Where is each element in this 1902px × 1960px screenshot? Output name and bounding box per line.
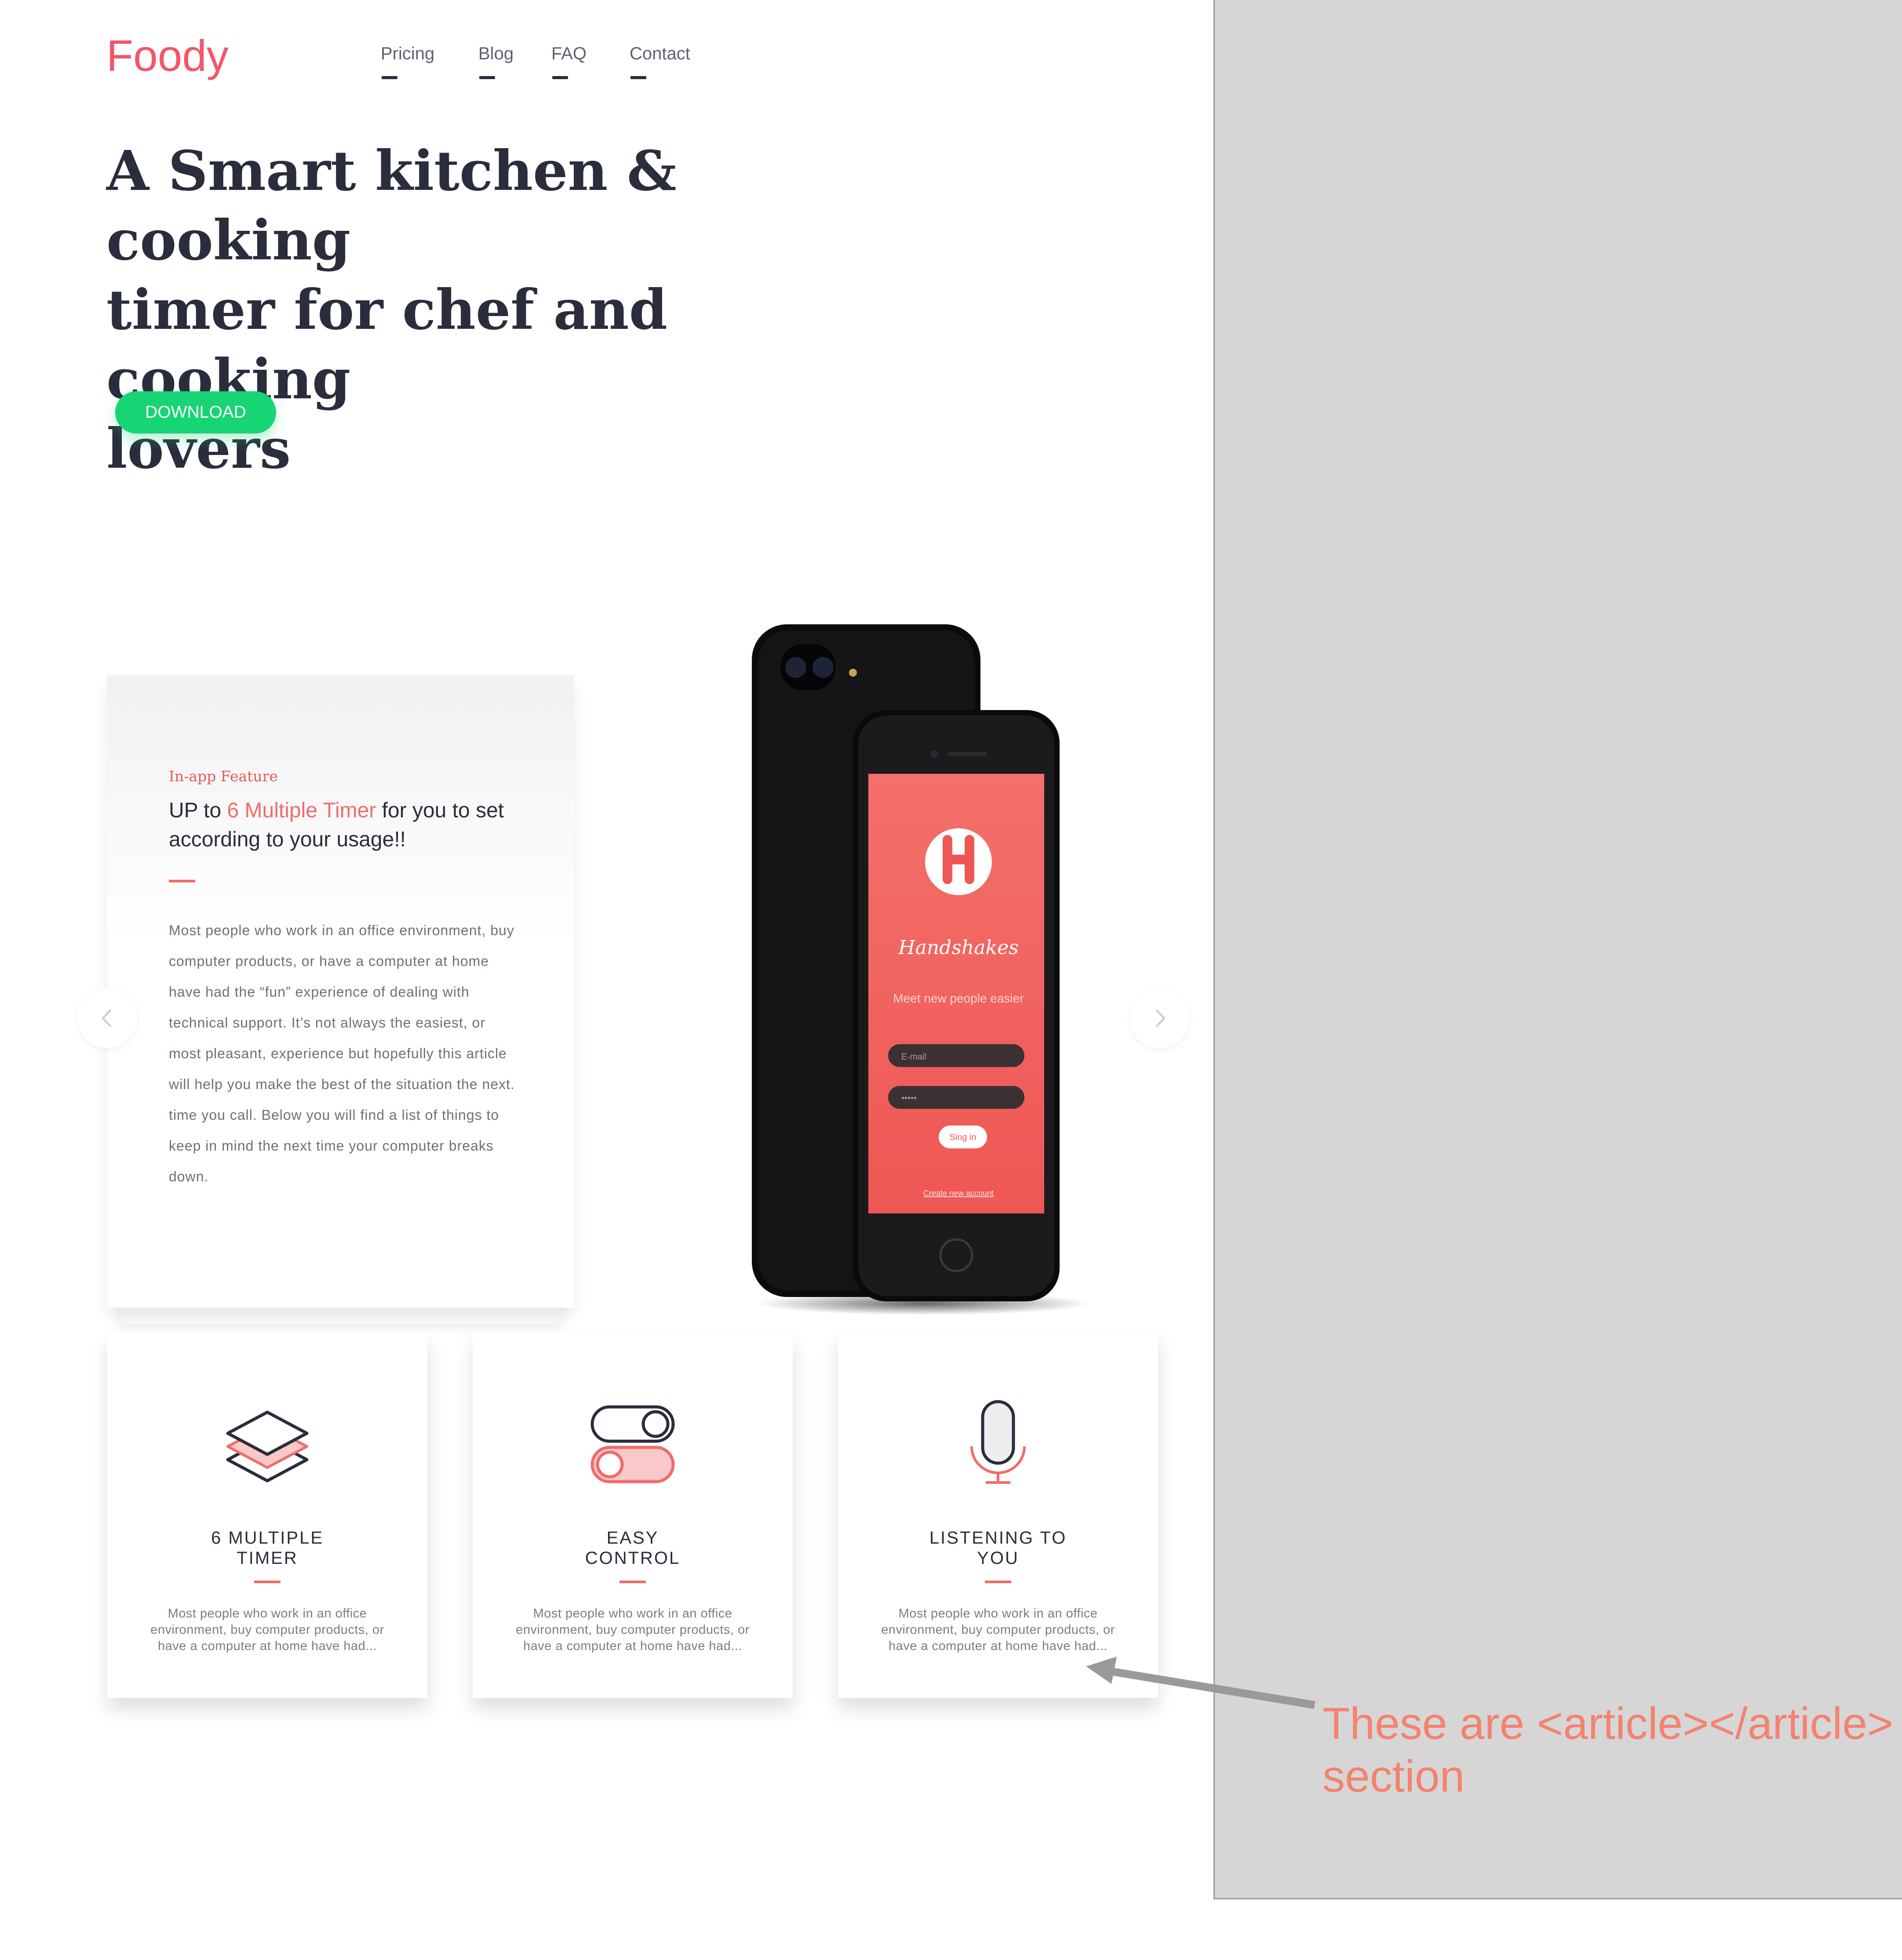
svg-text:Create new account: Create new account <box>923 1189 994 1198</box>
svg-text:E-mail: E-mail <box>901 1052 926 1062</box>
nav-item-label: Contact <box>630 44 690 63</box>
article-card-listening: LISTENING TO YOU Most people who work in… <box>838 1332 1158 1698</box>
nav-item-label: Blog <box>478 44 514 63</box>
nav-item-label: Pricing <box>381 44 435 63</box>
article-card-multiple-timer: 6 MULTIPLE TIMER Most people who work in… <box>107 1332 427 1698</box>
feature-kicker: In-app Feature <box>169 768 278 785</box>
phone-mockup-image: Handshakes Meet new people easier E-mail… <box>752 624 1090 1315</box>
annotation-line-1: These are <article></article> <box>1323 1698 1894 1749</box>
article-description: Most people who work in an office enviro… <box>150 1607 384 1653</box>
article-title: LISTENING TO YOU <box>929 1528 1067 1568</box>
nav-underline <box>479 76 495 79</box>
chevron-left-icon <box>102 1009 112 1027</box>
nav-underline <box>630 76 646 79</box>
nav-item-label: FAQ <box>551 44 587 63</box>
svg-text:•••••: ••••• <box>901 1093 917 1103</box>
article-divider <box>619 1581 646 1583</box>
nav-underline <box>552 76 568 79</box>
nav-item-faq[interactable]: FAQ <box>551 44 587 79</box>
carousel-next-button[interactable] <box>1130 988 1190 1048</box>
feature-body: Most people who work in an office enviro… <box>169 922 515 1184</box>
feature-heading: UP to 6 Multiple Timer for you to set ac… <box>169 796 521 854</box>
layers-icon <box>226 1410 309 1483</box>
feature-heading-pre: UP to <box>169 799 227 822</box>
article-title: 6 MULTIPLE TIMER <box>211 1528 324 1568</box>
feature-heading-highlight: 6 Multiple Timer <box>227 799 376 822</box>
feature-divider <box>169 880 195 882</box>
microphone-icon <box>970 1400 1026 1484</box>
download-button[interactable]: DOWNLOAD <box>115 391 276 434</box>
chevron-right-icon <box>1155 1009 1166 1027</box>
article-description: Most people who work in an office enviro… <box>516 1607 750 1653</box>
annotation-arrow-icon <box>1086 1657 1315 1709</box>
article-description: Most people who work in an office enviro… <box>881 1607 1115 1653</box>
hero-title-line-1: A Smart kitchen & cooking <box>106 139 677 273</box>
annotation-panel <box>1213 0 1902 1899</box>
nav-underline <box>382 76 397 79</box>
annotation-line-2: section <box>1323 1751 1465 1801</box>
carousel-prev-button[interactable] <box>77 988 137 1048</box>
article-title: EASY CONTROL <box>585 1528 681 1568</box>
annotation-text: These are <article></article> section <box>1323 1697 1894 1803</box>
svg-text:Handshakes: Handshakes <box>898 936 1019 959</box>
nav-item-contact[interactable]: Contact <box>630 44 690 79</box>
article-divider <box>254 1581 281 1583</box>
article-card-easy-control: EASY CONTROL Most people who work in an … <box>473 1332 793 1698</box>
svg-text:Sing in: Sing in <box>949 1133 976 1142</box>
article-divider <box>985 1581 1011 1583</box>
feature-card: In-app Feature UP to 6 Multiple Timer fo… <box>107 675 574 1308</box>
svg-text:Meet new people easier: Meet new people easier <box>893 991 1024 1005</box>
nav-item-blog[interactable]: Blog <box>478 44 514 79</box>
page-canvas: Foody Pricing Blog FAQ Contact A Smart k… <box>0 0 1902 1960</box>
brand-logo[interactable]: Foody <box>106 31 229 81</box>
nav-item-pricing[interactable]: Pricing <box>381 44 435 79</box>
toggle-icon <box>590 1405 675 1483</box>
